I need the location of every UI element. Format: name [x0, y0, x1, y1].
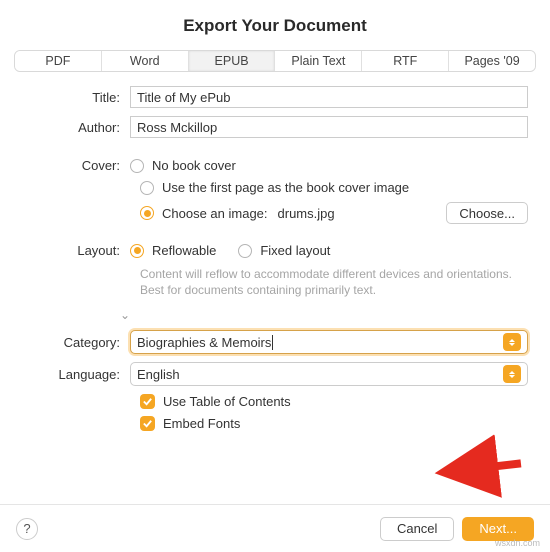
cover-none-radio[interactable]: [130, 159, 144, 173]
layout-reflowable-label: Reflowable: [152, 243, 216, 258]
language-label: Language:: [22, 367, 130, 382]
cover-label: Cover:: [22, 158, 130, 173]
cancel-button[interactable]: Cancel: [380, 517, 454, 541]
dialog-title: Export Your Document: [14, 0, 536, 50]
chevron-down-icon[interactable]: ⌄: [22, 308, 528, 322]
layout-reflowable-radio[interactable]: [130, 244, 144, 258]
toc-label: Use Table of Contents: [163, 394, 291, 409]
title-input[interactable]: [130, 86, 528, 108]
tab-word[interactable]: Word: [102, 51, 189, 71]
tab-epub[interactable]: EPUB: [189, 51, 276, 71]
cover-firstpage-label: Use the first page as the book cover ima…: [162, 180, 409, 195]
embed-fonts-checkbox[interactable]: [140, 416, 155, 431]
select-arrow-icon: [503, 365, 521, 383]
toc-checkbox[interactable]: [140, 394, 155, 409]
watermark: wsxdn.com: [495, 538, 540, 548]
tab-pages09[interactable]: Pages '09: [449, 51, 535, 71]
cover-chooseimage-label: Choose an image:: [162, 206, 268, 221]
embed-fonts-label: Embed Fonts: [163, 416, 240, 431]
layout-fixed-label: Fixed layout: [260, 243, 330, 258]
help-button[interactable]: ?: [16, 518, 38, 540]
category-label: Category:: [22, 335, 130, 350]
author-input[interactable]: [130, 116, 528, 138]
cover-none-label: No book cover: [152, 158, 236, 173]
layout-help-text: Content will reflow to accommodate diffe…: [22, 266, 528, 298]
category-select[interactable]: Biographies & Memoirs: [130, 330, 528, 354]
title-label: Title:: [22, 90, 130, 105]
tab-rtf[interactable]: RTF: [362, 51, 449, 71]
language-value: English: [137, 367, 503, 382]
language-select[interactable]: English: [130, 362, 528, 386]
cover-chooseimage-radio[interactable]: [140, 206, 154, 220]
layout-fixed-radio[interactable]: [238, 244, 252, 258]
author-label: Author:: [22, 120, 130, 135]
tab-plaintext[interactable]: Plain Text: [275, 51, 362, 71]
cover-filename: drums.jpg: [278, 206, 335, 221]
choose-image-button[interactable]: Choose...: [446, 202, 528, 224]
tab-pdf[interactable]: PDF: [15, 51, 102, 71]
select-arrow-icon: [503, 333, 521, 351]
cover-firstpage-radio[interactable]: [140, 181, 154, 195]
format-tabbar: PDF Word EPUB Plain Text RTF Pages '09: [14, 50, 536, 72]
layout-label: Layout:: [22, 243, 130, 258]
category-value: Biographies & Memoirs: [137, 335, 503, 350]
